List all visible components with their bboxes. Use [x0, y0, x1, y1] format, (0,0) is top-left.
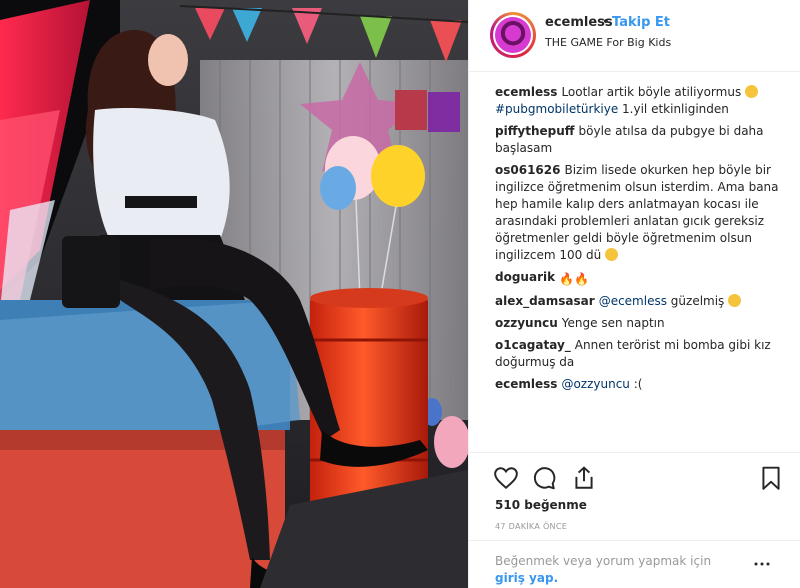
photo-illustration — [0, 0, 468, 588]
login-text: Beğenmek veya yorum yapmak için giriş ya… — [495, 553, 735, 587]
comment-item: doguarik 🔥🔥 — [495, 269, 785, 288]
comment-username[interactable]: os061626 — [495, 163, 560, 177]
avatar-image — [495, 17, 531, 53]
comment-text: Yenge sen naptın — [561, 316, 665, 330]
comment-item: piffythepuff böyle atılsa da pubgye bi da… — [495, 123, 785, 157]
comment-text: :( — [633, 377, 643, 391]
comment-item: alex_damsasar @ecemless güzelmiş — [495, 293, 785, 310]
avatar-frame — [493, 15, 533, 55]
mention-link[interactable]: @ozzyuncu — [561, 377, 629, 391]
mention-link[interactable]: @ecemless — [599, 294, 667, 308]
bookmark-icon[interactable] — [758, 465, 784, 491]
login-link[interactable]: giriş yap. — [495, 571, 558, 585]
comment-item: o1cagatay_ Annen terörist mi bomba gibi k… — [495, 337, 785, 371]
comment-text: Lootlar artik böyle atiliyormus — [561, 85, 746, 99]
comment-text: Bizim lisede okurken hep böyle bir ingil… — [495, 163, 779, 262]
more-options-icon[interactable] — [753, 555, 771, 573]
heart-icon[interactable] — [493, 465, 519, 491]
separator-dot: • — [602, 15, 610, 30]
comment-username[interactable]: ozzyuncu — [495, 316, 558, 330]
comment-username[interactable]: doguarik — [495, 270, 555, 284]
post-timestamp[interactable]: 47 DAKİKA ÖNCE — [495, 522, 567, 531]
comment-username[interactable]: o1cagatay_ — [495, 338, 571, 352]
avatar[interactable] — [490, 12, 536, 58]
comment-item: ecemless Lootlar artik böyle atiliyormus … — [495, 84, 785, 118]
comment-icon[interactable] — [531, 465, 557, 491]
share-icon[interactable] — [571, 465, 597, 491]
post-location[interactable]: THE GAME For Big Kids — [545, 36, 671, 49]
hashtag-link[interactable]: #pubgmobiletürkiye — [495, 102, 618, 116]
comment-text: 1.yil etkinliginden — [618, 102, 729, 116]
follow-button[interactable]: Takip Et — [612, 15, 670, 30]
post-header: ecemless • Takip Et THE GAME For Big Kid… — [469, 0, 800, 72]
comment-username[interactable]: piffythepuff — [495, 124, 575, 138]
comment-item: ozzyuncu Yenge sen naptın — [495, 315, 785, 332]
comment-item: ecemless @ozzyuncu :( — [495, 376, 785, 393]
comment-username[interactable]: ecemless — [495, 85, 557, 99]
grimace-emoji-icon — [728, 294, 742, 307]
action-bar — [469, 452, 800, 492]
grimace-emoji-icon — [605, 248, 619, 261]
fire-emoji-icon: 🔥🔥 — [559, 272, 589, 286]
sad-face-emoji-icon — [745, 85, 759, 98]
post-photo[interactable] — [0, 0, 468, 588]
comment-text: güzelmiş — [670, 294, 725, 308]
comment-username[interactable]: alex_damsasar — [495, 294, 595, 308]
comment-list: ecemless Lootlar artik böyle atiliyormus … — [495, 84, 785, 398]
like-count[interactable]: 510 beğenme — [495, 498, 587, 512]
comment-item: os061626 Bizim lisede okurken hep böyle b… — [495, 162, 785, 264]
post-sidebar: ecemless • Takip Et THE GAME For Big Kid… — [468, 0, 800, 588]
comment-username[interactable]: ecemless — [495, 377, 557, 391]
login-prefix: Beğenmek veya yorum yapmak için — [495, 554, 712, 568]
login-prompt: Beğenmek veya yorum yapmak için giriş ya… — [469, 540, 800, 588]
